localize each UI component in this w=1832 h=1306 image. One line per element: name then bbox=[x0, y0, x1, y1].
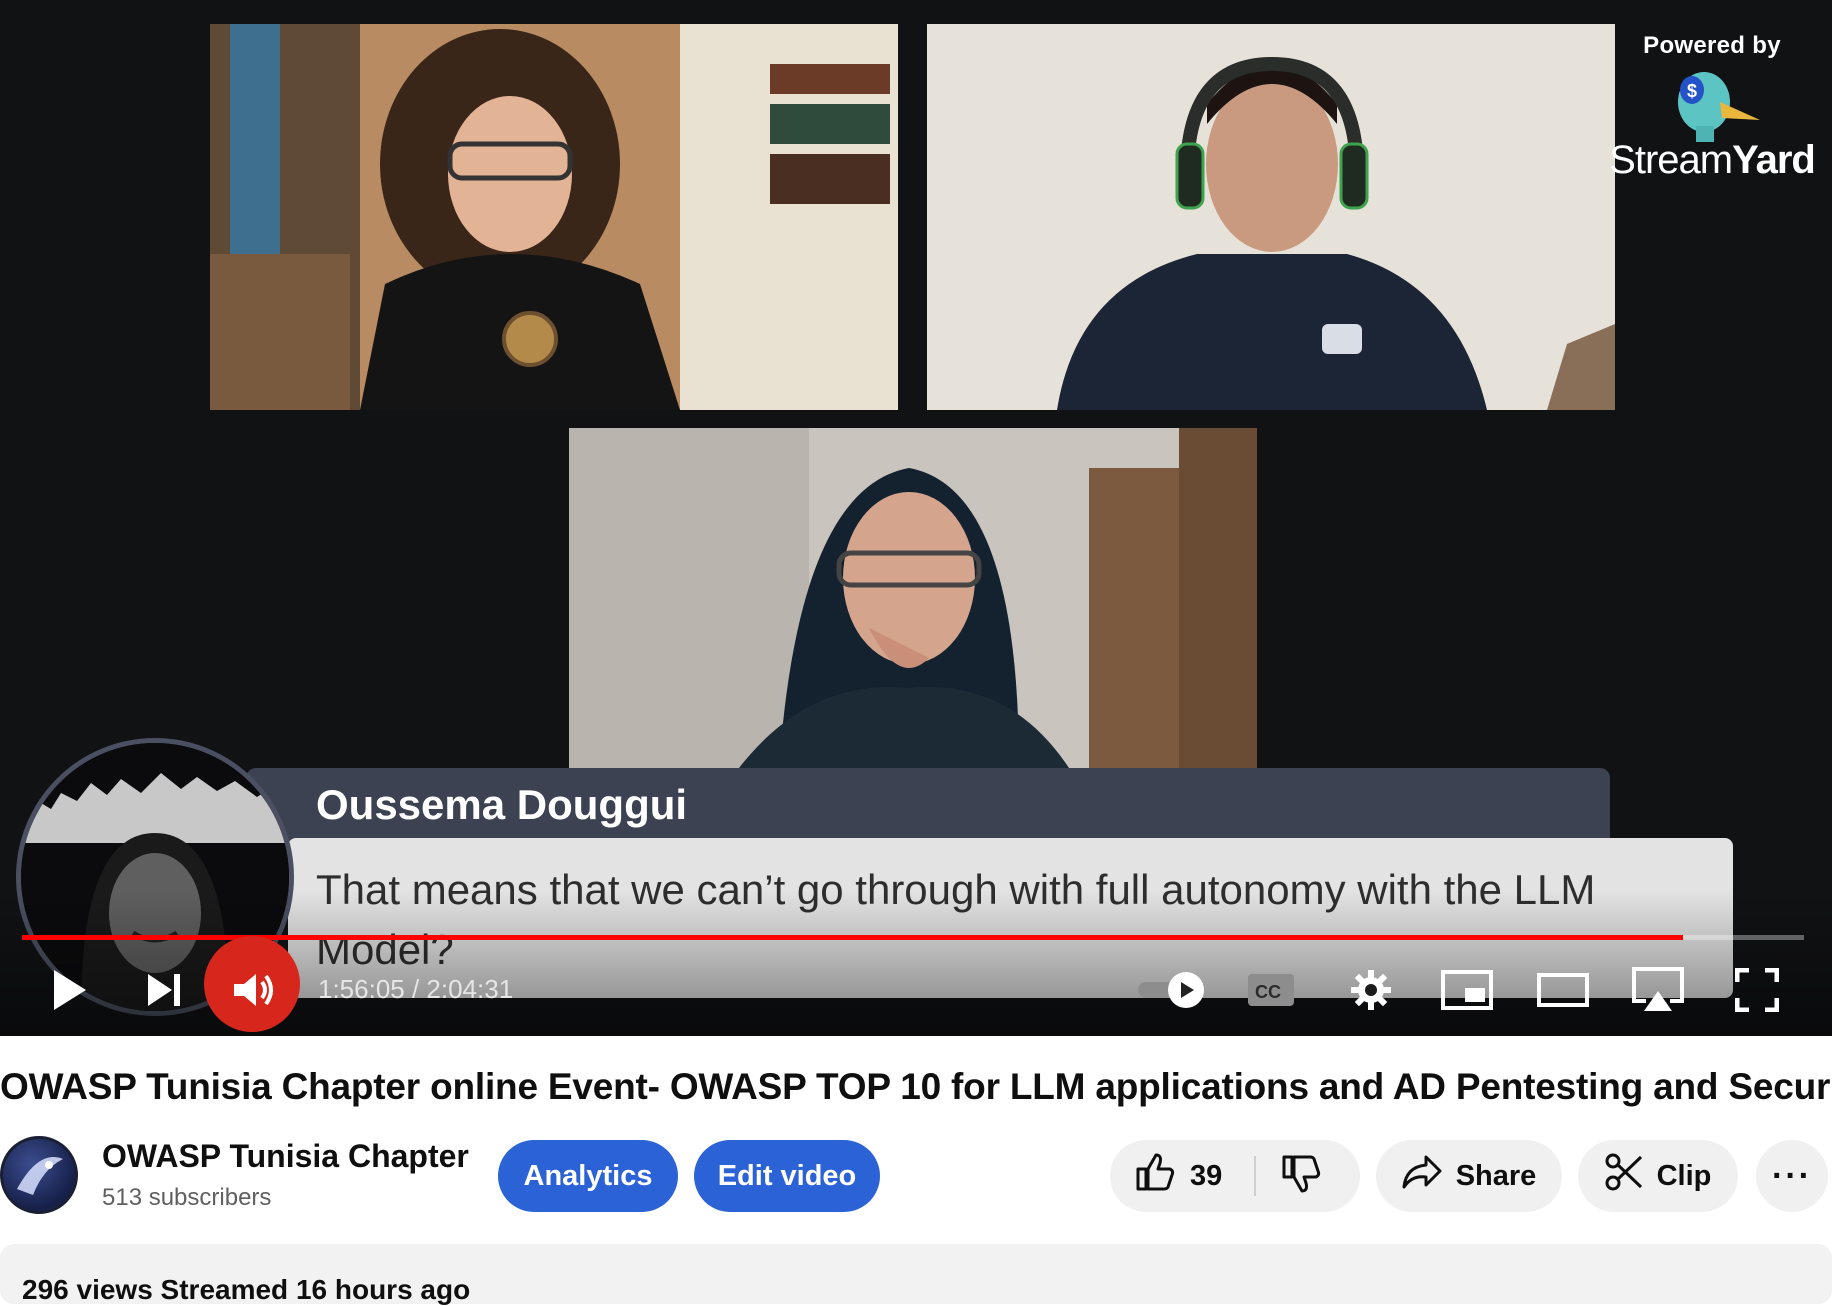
like-button[interactable]: 39 bbox=[1134, 1140, 1222, 1212]
channel-avatar[interactable] bbox=[0, 1136, 78, 1214]
participant-video-2 bbox=[927, 24, 1615, 410]
video-player[interactable]: Powered by $ StreamYard Oussema Douggui … bbox=[0, 0, 1832, 1036]
miniplayer-button[interactable] bbox=[1440, 962, 1494, 1018]
streamyard-logo-icon: $ bbox=[1662, 64, 1762, 144]
airplay-button[interactable] bbox=[1630, 962, 1686, 1018]
channel-name[interactable]: OWASP Tunisia Chapter bbox=[102, 1138, 469, 1175]
next-icon bbox=[144, 970, 184, 1010]
analytics-button[interactable]: Analytics bbox=[498, 1140, 678, 1212]
autoplay-toggle-icon bbox=[1136, 970, 1208, 1010]
clip-button[interactable]: Clip bbox=[1578, 1140, 1738, 1212]
volume-icon bbox=[232, 970, 276, 1010]
participant-video-1 bbox=[210, 24, 898, 410]
like-divider bbox=[1254, 1156, 1256, 1196]
autoplay-toggle[interactable] bbox=[1136, 962, 1208, 1018]
fullscreen-icon bbox=[1735, 968, 1779, 1012]
svg-text:$: $ bbox=[1687, 81, 1697, 101]
scissors-icon bbox=[1605, 1153, 1643, 1199]
volume-button[interactable] bbox=[226, 962, 282, 1018]
time-display: 1:56:05 / 2:04:31 bbox=[318, 974, 514, 1004]
play-button[interactable] bbox=[40, 962, 96, 1018]
share-button[interactable]: Share bbox=[1376, 1140, 1562, 1212]
view-count-and-date: 296 views Streamed 16 hours ago bbox=[22, 1274, 471, 1305]
thumbs-down-icon bbox=[1280, 1153, 1322, 1200]
caption-speaker-name: Oussema Douggui bbox=[246, 768, 1610, 842]
settings-button[interactable] bbox=[1346, 962, 1396, 1018]
more-actions-button[interactable]: ··· bbox=[1756, 1140, 1828, 1212]
cc-icon: CC bbox=[1247, 973, 1295, 1007]
captions-button[interactable]: CC bbox=[1246, 962, 1296, 1018]
share-icon bbox=[1402, 1155, 1442, 1197]
dislike-button[interactable] bbox=[1280, 1140, 1322, 1212]
like-count: 39 bbox=[1190, 1159, 1223, 1192]
miniplayer-icon bbox=[1441, 970, 1493, 1010]
like-dislike-group: 39 bbox=[1110, 1140, 1360, 1212]
theater-icon bbox=[1537, 973, 1589, 1007]
subscriber-count: 513 subscribers bbox=[102, 1184, 272, 1211]
clip-label: Clip bbox=[1656, 1159, 1712, 1192]
gear-icon bbox=[1350, 969, 1392, 1011]
airplay-icon bbox=[1630, 967, 1686, 1013]
progress-bar[interactable] bbox=[22, 935, 1804, 940]
powered-by-label: Powered by bbox=[1643, 32, 1781, 59]
play-icon bbox=[48, 968, 88, 1012]
theater-mode-button[interactable] bbox=[1536, 962, 1590, 1018]
participant-video-3 bbox=[569, 428, 1257, 768]
next-button[interactable] bbox=[136, 962, 192, 1018]
streamyard-wordmark: StreamYard bbox=[1609, 138, 1816, 182]
streamyard-branding: Powered by $ StreamYard bbox=[1606, 32, 1818, 183]
description-box[interactable]: 296 views Streamed 16 hours ago bbox=[0, 1244, 1832, 1305]
fullscreen-button[interactable] bbox=[1732, 962, 1782, 1018]
edit-video-button[interactable]: Edit video bbox=[694, 1140, 880, 1212]
share-label: Share bbox=[1455, 1159, 1537, 1192]
thumbs-up-icon bbox=[1134, 1151, 1176, 1201]
svg-text:CC: CC bbox=[1255, 982, 1281, 1002]
video-title: OWASP Tunisia Chapter online Event- OWAS… bbox=[0, 1066, 1832, 1107]
